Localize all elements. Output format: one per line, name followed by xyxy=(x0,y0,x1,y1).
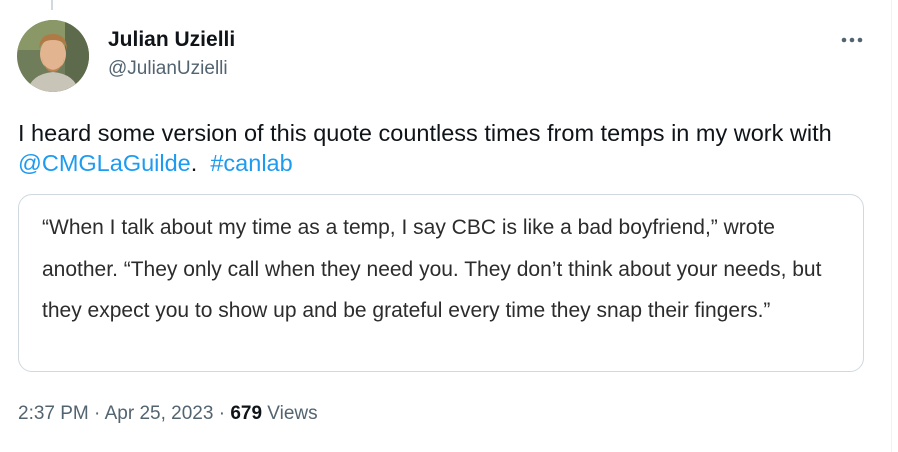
author-display-name[interactable]: Julian Uzielli xyxy=(108,28,235,52)
tweet-time[interactable]: 2:37 PM xyxy=(18,403,89,424)
mention-link[interactable]: @CMGLaGuilde xyxy=(18,150,191,176)
tweet-date[interactable]: Apr 25, 2023 xyxy=(105,403,214,424)
tweet-metadata: 2:37 PM · Apr 25, 2023 · 679 Views xyxy=(18,402,318,426)
quote-image-text: “When I talk about my time as a temp, I … xyxy=(42,216,822,322)
meta-separator: · xyxy=(88,403,105,424)
more-horizontal-icon xyxy=(841,37,863,43)
tweet-text-intro: I heard some version of this quote count… xyxy=(18,120,832,146)
hashtag-link[interactable]: #canlab xyxy=(210,150,292,176)
views-label: Views xyxy=(262,403,318,424)
tweet-text-separator: . xyxy=(190,150,211,176)
views-count[interactable]: 679 xyxy=(230,403,262,424)
thread-connector-line xyxy=(51,0,53,10)
quote-image-card[interactable]: “When I talk about my time as a temp, I … xyxy=(18,194,864,372)
author-handle[interactable]: @JulianUzielli xyxy=(108,57,228,81)
more-options-button[interactable] xyxy=(836,26,868,54)
avatar[interactable] xyxy=(17,20,89,92)
meta-separator: · xyxy=(213,403,231,424)
column-border xyxy=(891,0,892,452)
profile-photo xyxy=(17,20,89,92)
tweet-text: I heard some version of this quote count… xyxy=(18,118,868,178)
